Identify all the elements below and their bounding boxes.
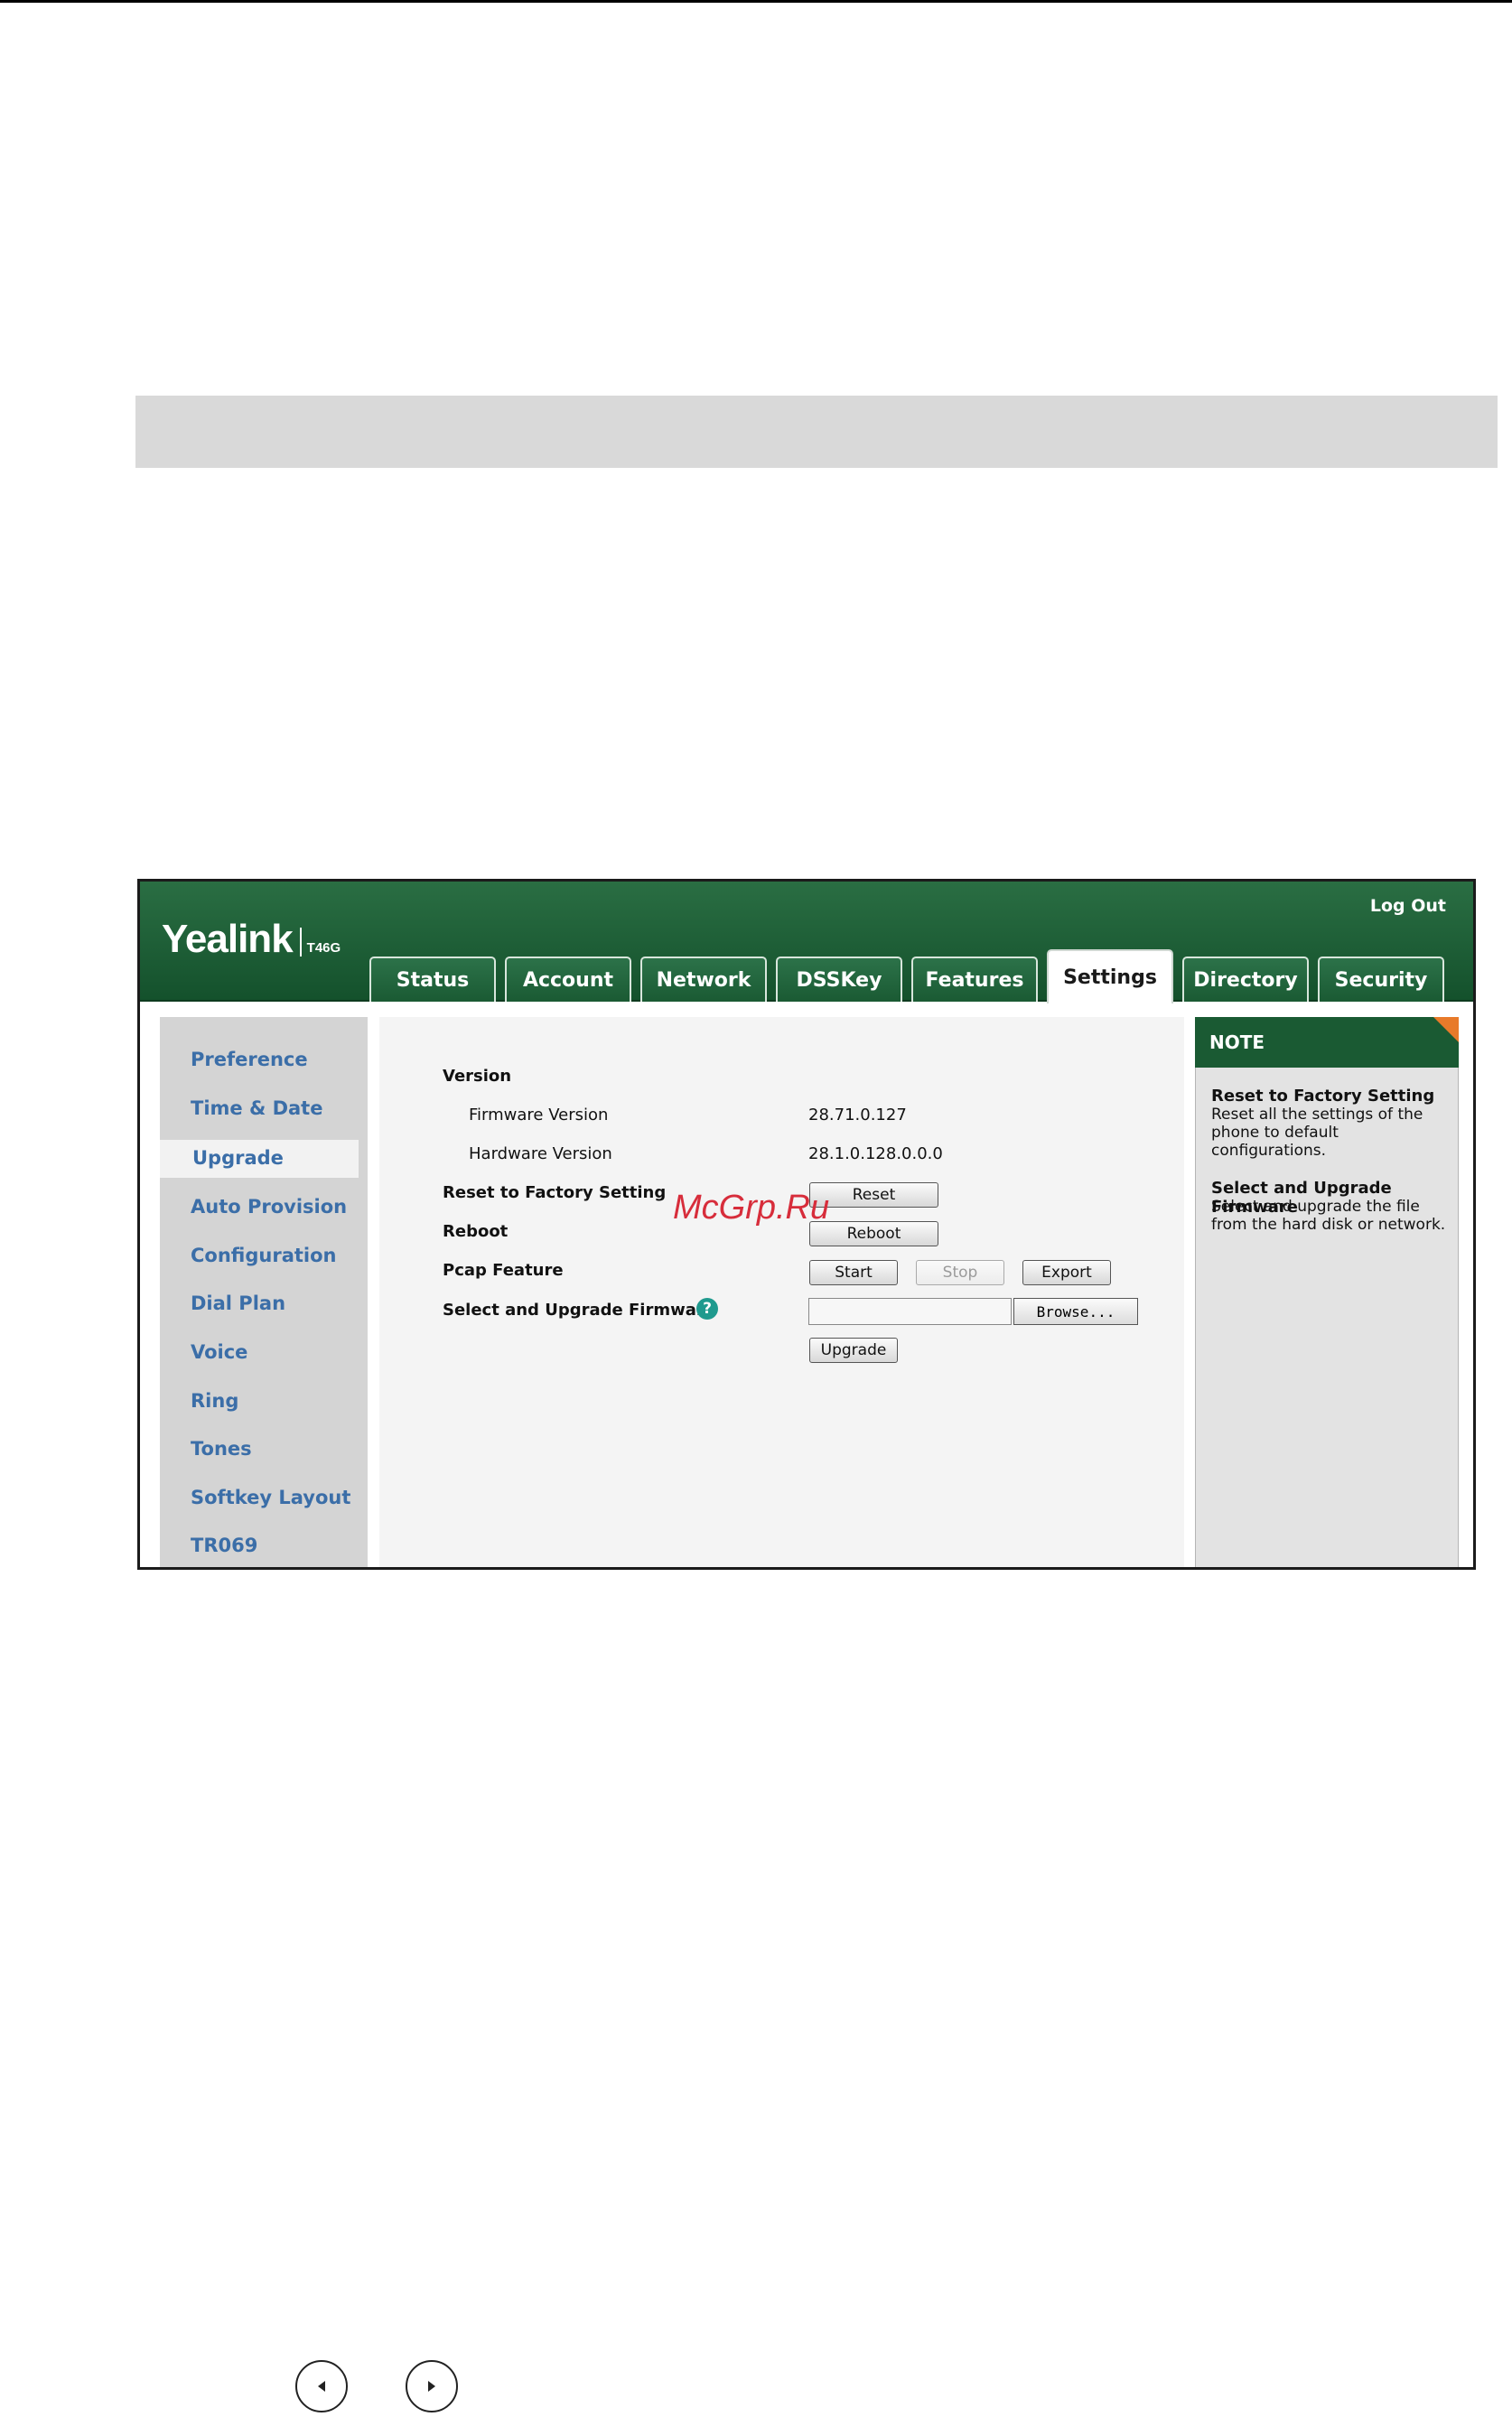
upgrade-firmware-label: Select and Upgrade Firmware — [443, 1301, 715, 1320]
tab-directory[interactable]: Directory — [1182, 957, 1309, 1002]
sidebar-item-upgrade[interactable]: Upgrade — [192, 1147, 284, 1169]
note-corner-flag — [1433, 1017, 1459, 1042]
tab-status[interactable]: Status — [369, 957, 496, 1002]
version-heading: Version — [443, 1067, 512, 1086]
logo-separator — [299, 928, 302, 957]
chevron-left-icon — [318, 2381, 325, 2392]
pcap-start-button[interactable]: Start — [809, 1260, 898, 1285]
sidebar-item-preference[interactable]: Preference — [191, 1049, 308, 1070]
previous-page-button[interactable] — [295, 2360, 348, 2412]
hardware-version-value: 28.1.0.128.0.0.0 — [808, 1144, 943, 1163]
tab-account[interactable]: Account — [505, 957, 631, 1002]
next-page-button[interactable] — [406, 2360, 458, 2412]
upgrade-button[interactable]: Upgrade — [809, 1338, 898, 1363]
hardware-version-label: Hardware Version — [469, 1144, 612, 1163]
pcap-export-button[interactable]: Export — [1022, 1260, 1111, 1285]
note-upgrade-text: Select and upgrade the file from the har… — [1211, 1198, 1446, 1234]
sidebar-item-voice[interactable]: Voice — [191, 1341, 247, 1363]
logo-text: Yealink — [162, 917, 294, 961]
watermark: McGrp.Ru — [673, 1189, 830, 1227]
pcap-feature-label: Pcap Feature — [443, 1261, 564, 1280]
gray-band — [135, 396, 1498, 468]
tab-network[interactable]: Network — [640, 957, 767, 1002]
tab-dsskey[interactable]: DSSKey — [776, 957, 902, 1002]
sidebar-item-ring[interactable]: Ring — [191, 1390, 238, 1412]
sidebar-item-auto-provision[interactable]: Auto Provision — [191, 1196, 347, 1218]
sidebar-item-configuration[interactable]: Configuration — [191, 1245, 336, 1266]
browse-button[interactable]: Browse... — [1013, 1298, 1138, 1325]
logout-link[interactable]: Log Out — [1370, 896, 1446, 916]
content-panel — [379, 1017, 1184, 1567]
sidebar-item-tones[interactable]: Tones — [191, 1438, 252, 1460]
top-rule — [0, 0, 1512, 3]
chevron-right-icon — [428, 2381, 435, 2392]
note-reset-title: Reset to Factory Setting — [1211, 1087, 1435, 1106]
firmware-version-label: Firmware Version — [469, 1106, 609, 1125]
firmware-file-input[interactable] — [808, 1298, 1012, 1325]
tab-settings[interactable]: Settings — [1047, 949, 1173, 1003]
logo-model: T46G — [306, 940, 341, 956]
tab-features[interactable]: Features — [911, 957, 1038, 1002]
sidebar-item-tr069[interactable]: TR069 — [191, 1535, 257, 1556]
pcap-stop-button[interactable]: Stop — [916, 1260, 1004, 1285]
sidebar-item-softkey-layout[interactable]: Softkey Layout — [191, 1487, 350, 1508]
help-icon[interactable]: ? — [696, 1298, 718, 1320]
tab-security[interactable]: Security — [1318, 957, 1444, 1002]
firmware-version-value: 28.71.0.127 — [808, 1106, 907, 1125]
note-reset-text: Reset all the settings of the phone to d… — [1211, 1106, 1423, 1160]
yealink-logo: Yealink T46G — [162, 919, 341, 959]
reboot-label: Reboot — [443, 1222, 509, 1241]
note-heading: NOTE — [1195, 1017, 1459, 1068]
sidebar-item-time-date[interactable]: Time & Date — [191, 1097, 322, 1119]
header-bar: Yealink T46G Log Out Status Account Netw… — [140, 882, 1473, 1003]
screenshot-frame: Yealink T46G Log Out Status Account Netw… — [137, 879, 1476, 1570]
sidebar-item-dial-plan[interactable]: Dial Plan — [191, 1292, 285, 1314]
reset-factory-label: Reset to Factory Setting — [443, 1183, 667, 1202]
